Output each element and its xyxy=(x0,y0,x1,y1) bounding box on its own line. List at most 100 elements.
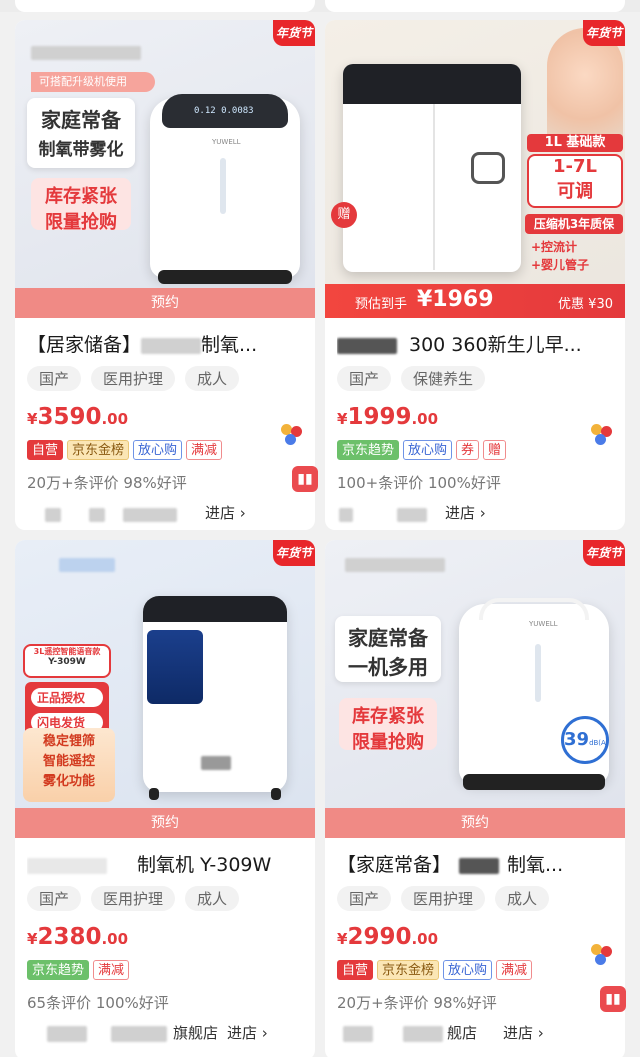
bar-chart-icon[interactable]: ▮▮ xyxy=(600,986,626,1012)
image-promo-box: 库存紧张 限量抢购 xyxy=(31,178,131,233)
bar-chart-icon[interactable]: ▮▮ xyxy=(292,466,318,492)
product-card[interactable]: 家庭常备 一机多用 库存紧张 限量抢购 YUWELL 39dB(A) 年货节 预… xyxy=(325,540,625,1057)
device-handle xyxy=(471,152,505,184)
label-list: 自营 京东金榜 放心购 满减 xyxy=(27,440,223,460)
label-badge: 赠 xyxy=(483,440,507,460)
extras-1: +控流计 xyxy=(531,240,578,254)
label-badge: 京东金榜 xyxy=(67,440,130,460)
label-badge: 放心购 xyxy=(133,440,183,460)
brand-logo: YUWELL xyxy=(212,138,241,146)
card-edge xyxy=(325,0,625,12)
tag: 成人 xyxy=(185,886,240,911)
similar-items-icon[interactable] xyxy=(591,424,613,446)
tag: 医用护理 xyxy=(91,886,176,911)
blurred-text xyxy=(343,1026,373,1042)
wheel xyxy=(271,788,281,800)
blurred-brand xyxy=(31,46,141,60)
model-tag-2: Y-309W xyxy=(48,657,86,667)
label-badge: 京东趋势 xyxy=(27,960,90,980)
gift-badge: 赠 xyxy=(331,202,357,228)
product-card[interactable]: 可搭配升级机使用 家庭常备 制氧带雾化 库存紧张 限量抢购 0.12 0.008… xyxy=(15,20,315,530)
store-name-partial: 旗舰店 xyxy=(173,1024,219,1042)
price-symbol: ¥ xyxy=(27,410,38,428)
store-name-partial: 舰店 xyxy=(447,1024,478,1042)
similar-items-icon[interactable] xyxy=(591,944,613,966)
image-headline-1: 家庭常备 xyxy=(348,626,428,650)
flow-meter xyxy=(220,158,226,214)
blurred-text xyxy=(45,508,61,522)
device-base xyxy=(463,774,605,790)
product-title[interactable]: 300 360新生儿早... xyxy=(337,330,617,357)
store-link[interactable]: 旗舰店 进店 › xyxy=(27,1022,307,1044)
tag: 国产 xyxy=(337,366,392,391)
previous-row-edge xyxy=(0,0,640,12)
estimate-price: ¥1969 xyxy=(417,287,494,312)
product-title[interactable]: 【居家储备】 制氧... xyxy=(27,330,307,357)
blurred-text xyxy=(403,1026,443,1042)
similar-items-icon[interactable] xyxy=(281,424,303,446)
feature-3: 雾化功能 xyxy=(42,774,95,789)
noise-value: 39 xyxy=(564,729,590,750)
review-summary: 100+条评价 100%好评 xyxy=(337,474,501,492)
tag: 成人 xyxy=(495,886,550,911)
price-integer: 2380 xyxy=(37,924,102,950)
new-year-badge: 年货节 xyxy=(583,540,625,566)
blurred-brand xyxy=(59,558,115,572)
product-image[interactable]: 3L遥控智能语音款 Y-309W 正品授权 闪电发货 稳定锂筛 智能遥控 雾化功… xyxy=(15,540,315,838)
blurred-text xyxy=(337,337,397,354)
title-suffix: 制氧机 Y-309W xyxy=(137,854,272,876)
label-list: 京东趋势 放心购 券 赠 xyxy=(337,440,507,460)
label-badge: 自营 xyxy=(27,440,64,460)
product-title[interactable]: 制氧机 Y-309W xyxy=(27,850,307,877)
store-link[interactable]: 舰店 进店 › xyxy=(337,1022,617,1044)
device-top-panel: 0.12 0.0083 xyxy=(162,94,288,128)
store-link[interactable]: 进店 › xyxy=(337,502,617,524)
image-headline-1: 家庭常备 xyxy=(41,108,121,132)
spec-badge: 1L 基础款 xyxy=(527,134,623,152)
preorder-bar[interactable]: 预约 xyxy=(15,288,315,318)
store-link[interactable]: 进店 › xyxy=(27,502,307,524)
product-card[interactable]: 赠 1L 基础款 1-7L 可调 压缩机3年质保 +控流计 +婴儿管子 预估到手… xyxy=(325,20,625,530)
product-card[interactable]: 3L遥控智能语音款 Y-309W 正品授权 闪电发货 稳定锂筛 智能遥控 雾化功… xyxy=(15,540,315,1057)
enter-store-link[interactable]: 进店 › xyxy=(227,1022,268,1043)
oxygen-concentrator xyxy=(143,596,287,800)
discount-label: 优惠 ¥30 xyxy=(558,297,613,312)
image-promo-box: 库存紧张 限量抢购 xyxy=(339,698,437,753)
blurred-brand xyxy=(345,558,445,572)
label-badge: 放心购 xyxy=(403,440,453,460)
price-decimal: .00 xyxy=(411,930,439,948)
product-image[interactable]: 可搭配升级机使用 家庭常备 制氧带雾化 库存紧张 限量抢购 0.12 0.008… xyxy=(15,20,315,318)
device-front-panel xyxy=(147,630,203,704)
label-badge: 放心购 xyxy=(443,960,493,980)
spec-adjustable: 可调 xyxy=(557,181,593,202)
blurred-text xyxy=(339,508,353,522)
label-badge: 满减 xyxy=(93,960,130,980)
tag-list: 国产 医用护理 成人 xyxy=(27,886,240,911)
image-top-banner: 可搭配升级机使用 xyxy=(31,72,155,92)
wheel xyxy=(149,788,159,800)
product-title[interactable]: 【家庭常备】 制氧... xyxy=(337,850,617,877)
model-tag-1: 3L遥控智能语音款 xyxy=(33,647,101,656)
enter-store-link[interactable]: 进店 › xyxy=(445,502,486,523)
price-decimal: .00 xyxy=(411,410,439,428)
image-headline-box: 家庭常备 一机多用 xyxy=(335,616,441,682)
spec-range: 1-7L xyxy=(553,156,597,177)
price: ¥2380.00 xyxy=(27,924,128,950)
enter-store-link[interactable]: 进店 › xyxy=(205,502,246,523)
enter-store-link[interactable]: 进店 › xyxy=(503,1022,544,1043)
review-summary: 65条评价 100%好评 xyxy=(27,994,169,1012)
features-box: 稳定锂筛 智能遥控 雾化功能 xyxy=(23,728,115,802)
preorder-bar[interactable]: 预约 xyxy=(325,808,625,838)
product-image[interactable]: 赠 1L 基础款 1-7L 可调 压缩机3年质保 +控流计 +婴儿管子 预估到手… xyxy=(325,20,625,318)
tag: 成人 xyxy=(185,366,240,391)
product-image[interactable]: 家庭常备 一机多用 库存紧张 限量抢购 YUWELL 39dB(A) 年货节 预… xyxy=(325,540,625,838)
preorder-bar[interactable]: 预约 xyxy=(15,808,315,838)
feature-1: 稳定锂筛 xyxy=(42,734,95,749)
image-headline-2: 一机多用 xyxy=(348,655,428,679)
model-tag: 3L遥控智能语音款 Y-309W xyxy=(23,644,111,678)
device-top-panel xyxy=(143,596,287,622)
label-badge: 满减 xyxy=(186,440,223,460)
oxygen-concentrator: 0.12 0.0083 YUWELL xyxy=(150,94,300,284)
blurred-text xyxy=(27,857,107,874)
image-promo-1: 库存紧张 xyxy=(45,186,117,207)
